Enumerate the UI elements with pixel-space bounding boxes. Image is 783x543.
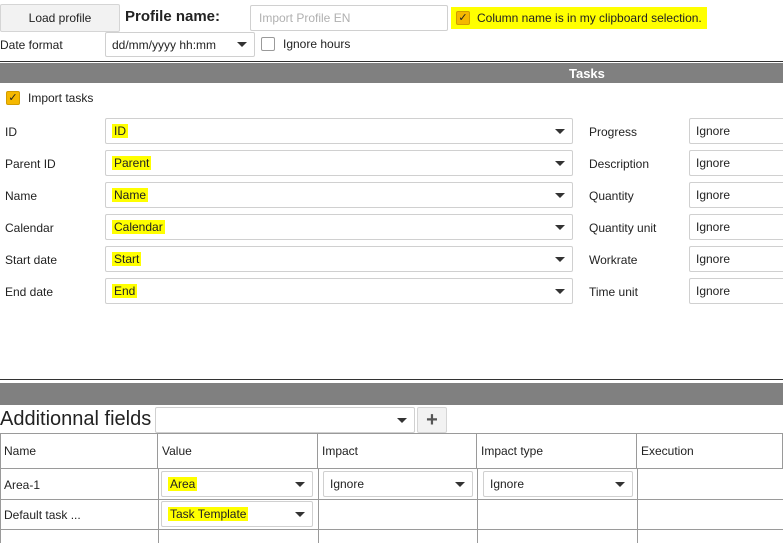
field-label-description: Description [589,157,650,171]
field-dropdown-name-value: Name [112,188,149,202]
tasks-section-title: Tasks [569,66,605,81]
profile-name-label: Profile name: [125,8,221,25]
grid-value-dropdown[interactable]: Task Template [161,501,313,527]
field-dropdown-parent-id-value: Parent [112,156,152,170]
field-dropdown-start-date[interactable]: Start [105,246,573,272]
field-dropdown-calendar-value: Calendar [112,220,165,234]
field-dropdown-name[interactable]: Name [105,182,573,208]
field-dropdown-workrate[interactable]: Ignore [689,246,783,272]
grid-border [318,468,319,543]
dropdown-arrow-icon [555,288,565,294]
profile-name-input[interactable]: Import Profile EN [250,5,448,31]
column-header-value[interactable]: Value [158,434,318,468]
grid-impact-dropdown[interactable]: Ignore [323,471,473,497]
field-dropdown-value: Ignore [696,156,731,170]
field-label-start-date: Start date [5,253,58,267]
plus-icon: + [426,408,438,431]
field-dropdown-value: Ignore [696,284,731,298]
column-header-impact-type[interactable]: Impact type [477,434,637,468]
field-dropdown-description[interactable]: Ignore [689,150,783,176]
checkmark-icon: ✓ [456,11,470,25]
additional-fields-title: Additionnal fields [0,408,152,430]
field-dropdown-value: Ignore [696,252,731,266]
grid-impact-type-dropdown-value: Ignore [490,477,525,491]
field-dropdown-value: Ignore [696,124,731,138]
clipboard-checkbox-label: Column name is in my clipboard selection… [477,11,702,25]
field-dropdown-value: Ignore [696,188,731,202]
grid-value-dropdown-value: Area [168,477,198,491]
column-header-execution[interactable]: Execution [637,434,783,468]
ignore-hours-label: Ignore hours [283,37,351,51]
field-label-calendar: Calendar [5,221,54,235]
date-format-value: dd/mm/yyyy hh:mm [112,37,217,52]
grid-impact-type-dropdown[interactable]: Ignore [483,471,633,497]
dropdown-arrow-icon [455,481,465,487]
column-header-impact[interactable]: Impact [318,434,477,468]
field-dropdown-value: Ignore [696,220,731,234]
grid-border [0,468,783,469]
field-label-parent-id: Parent ID [5,157,56,171]
dropdown-arrow-icon [615,481,625,487]
field-label-quantity: Quantity [589,189,634,203]
dropdown-arrow-icon [237,42,247,47]
field-dropdown-calendar[interactable]: Calendar [105,214,573,240]
import-tasks-checkbox[interactable]: ✓ Import tasks [6,91,93,105]
field-dropdown-id-value: ID [112,124,128,138]
ignore-hours-checkbox[interactable]: Ignore hours [261,37,350,51]
grid-border [158,468,159,543]
dropdown-arrow-icon [295,481,305,487]
dropdown-arrow-icon [555,224,565,230]
grid-value-dropdown-value: Task Template [168,507,249,521]
field-label-end-date: End date [5,285,54,299]
dropdown-arrow-icon [397,417,407,423]
field-dropdown-start-date-value: Start [112,252,142,266]
dropdown-arrow-icon [555,160,565,166]
field-dropdown-end-date-value: End [112,284,138,298]
field-label-quantity-unit: Quantity unit [589,221,657,235]
field-dropdown-quantity-unit[interactable]: Ignore [689,214,783,240]
grid-value-dropdown[interactable]: Area [161,471,313,497]
date-format-label: Date format [0,38,63,52]
field-label-name: Name [5,189,38,203]
grid-cell-name: Area-1 [4,478,41,492]
dropdown-arrow-icon [295,511,305,517]
load-profile-button[interactable]: Load profile [0,4,120,32]
checkbox-empty-icon [261,37,275,51]
section-divider [0,379,783,380]
field-dropdown-end-date[interactable]: End [105,278,573,304]
import-tasks-label: Import tasks [28,91,94,105]
grid-border [0,499,783,500]
profile-name-placeholder: Import Profile EN [259,11,351,25]
field-label-workrate: Workrate [589,253,638,267]
dropdown-arrow-icon [555,128,565,134]
date-format-dropdown[interactable]: dd/mm/yyyy hh:mm [105,32,255,57]
field-dropdown-time-unit[interactable]: Ignore [689,278,783,304]
dropdown-arrow-icon [555,256,565,262]
column-header-name[interactable]: Name [0,434,158,468]
tasks-section-header: Tasks [0,63,783,83]
additional-field-dropdown[interactable] [155,407,415,433]
checkmark-icon: ✓ [6,91,20,105]
grid-impact-dropdown-value: Ignore [330,477,365,491]
field-label-time-unit: Time unit [589,285,638,299]
field-dropdown-parent-id[interactable]: Parent [105,150,573,176]
grid-border [0,433,1,543]
grid-border [0,529,783,530]
additional-section-header [0,383,783,405]
field-label-progress: Progress [589,125,638,139]
grid-cell-name: Default task ... [4,508,81,522]
field-label-id: ID [5,125,17,139]
grid-border [637,468,638,543]
field-dropdown-progress[interactable]: Ignore [689,118,783,144]
grid-border [477,468,478,543]
section-divider [0,61,783,62]
field-dropdown-id[interactable]: ID [105,118,573,144]
load-profile-label: Load profile [28,11,92,25]
dropdown-arrow-icon [555,192,565,198]
add-field-button[interactable]: + [417,407,447,433]
field-dropdown-quantity[interactable]: Ignore [689,182,783,208]
clipboard-selection-checkbox[interactable]: ✓ Column name is in my clipboard selecti… [451,7,707,29]
